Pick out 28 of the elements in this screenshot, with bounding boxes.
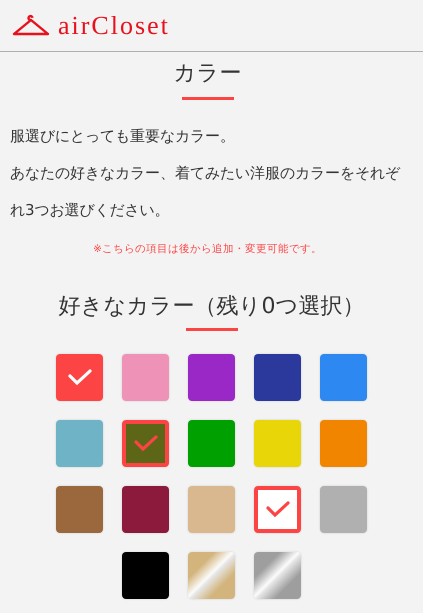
color-swatch[interactable]	[122, 486, 169, 533]
check-icon	[66, 368, 92, 386]
color-swatch[interactable]	[254, 486, 301, 533]
color-swatch[interactable]	[254, 420, 301, 467]
description-text: あなたの好きなカラー、着てみたい洋服のカラーをそれぞれ3つお選びください。	[10, 162, 402, 221]
color-swatch[interactable]	[254, 354, 301, 401]
color-swatch[interactable]	[188, 486, 235, 533]
color-swatch[interactable]	[122, 354, 169, 401]
check-icon	[132, 434, 158, 452]
color-swatch[interactable]	[320, 354, 367, 401]
color-swatch[interactable]	[188, 354, 235, 401]
color-swatch[interactable]	[188, 552, 235, 599]
color-swatch[interactable]	[122, 552, 169, 599]
color-swatch[interactable]	[188, 420, 235, 467]
color-swatch[interactable]	[320, 486, 367, 533]
section-title: カラー	[174, 60, 242, 88]
color-swatch[interactable]	[56, 420, 103, 467]
description-text: 服選びにとっても重要なカラー。	[10, 126, 236, 147]
check-icon	[264, 500, 290, 518]
color-swatch[interactable]	[56, 354, 103, 401]
logo[interactable]: airCloset	[58, 12, 170, 38]
note-text: ※こちらの項目は後から追加・変更可能です。	[92, 242, 323, 256]
color-swatch[interactable]	[254, 552, 301, 599]
hanger-icon	[12, 14, 50, 38]
color-swatch[interactable]	[122, 420, 169, 467]
section-title: 好きなカラー（残り0つ選択）	[58, 293, 364, 322]
color-swatch[interactable]	[56, 486, 103, 533]
color-swatch[interactable]	[320, 420, 367, 467]
